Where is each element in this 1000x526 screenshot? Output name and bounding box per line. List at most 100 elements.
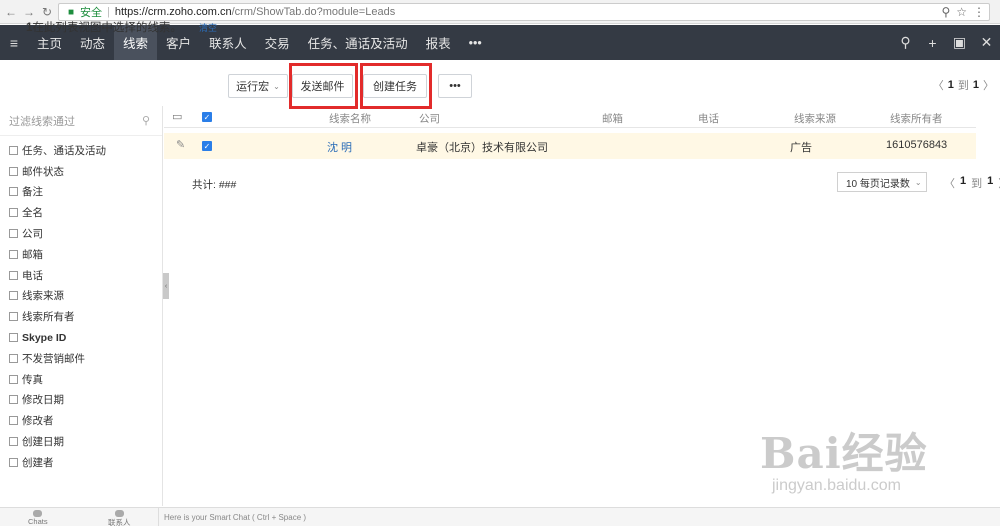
filter-item[interactable]: 线索所有者	[0, 306, 162, 327]
filter-item[interactable]: 任务、通话及活动	[0, 140, 162, 161]
header-phone[interactable]: 电话	[698, 111, 719, 126]
top-pager: 〈 1 到 1 〉	[932, 77, 994, 93]
filter-checkbox[interactable]	[9, 187, 18, 197]
filter-item[interactable]: 不发营销邮件	[0, 348, 162, 369]
filter-label: Skype ID	[22, 331, 67, 344]
contacts-icon	[114, 510, 124, 517]
column-settings-icon[interactable]: ▭	[172, 110, 182, 123]
filter-label: 全名	[22, 207, 43, 220]
filter-item[interactable]: 邮箱	[0, 244, 162, 265]
menu-icon[interactable]: ⋮	[973, 5, 985, 19]
filter-item[interactable]: 公司	[0, 223, 162, 244]
nav-deals[interactable]: 交易	[256, 25, 299, 60]
filter-label: 创建日期	[22, 436, 64, 449]
clear-selection-link[interactable]: 清空	[199, 21, 217, 34]
forward-icon[interactable]: →	[20, 3, 38, 21]
filter-item[interactable]: 修改日期	[0, 390, 162, 411]
filter-checkbox[interactable]	[9, 291, 18, 301]
filter-item[interactable]: 全名	[0, 202, 162, 223]
filter-checkbox[interactable]	[9, 270, 18, 280]
nav-reports[interactable]: 报表	[417, 25, 460, 60]
search-icon[interactable]: ⚲	[892, 34, 919, 51]
smart-chat-input[interactable]: Here is your Smart Chat ( Ctrl + Space )	[158, 508, 1000, 526]
back-icon[interactable]: ←	[2, 3, 20, 21]
calendar-icon[interactable]: ▣	[946, 34, 973, 51]
edit-icon[interactable]: ✎	[176, 138, 185, 151]
contacts-tab[interactable]: 联系人	[108, 510, 131, 526]
select-all-checkbox[interactable]: ✓	[202, 112, 212, 122]
hamburger-icon[interactable]: ≡	[0, 35, 28, 51]
filter-checkbox[interactable]	[9, 416, 18, 426]
bottom-bar: Chats 联系人 Here is your Smart Chat ( Ctrl…	[0, 507, 1000, 526]
zoom-icon[interactable]: ⚲	[941, 5, 950, 19]
chevron-down-icon: ⌄	[914, 177, 922, 187]
filter-checkbox[interactable]	[9, 353, 18, 363]
prev-page-icon[interactable]: 〈	[933, 77, 944, 93]
row-checkbox[interactable]: ✓	[202, 141, 212, 151]
filter-checkbox[interactable]	[9, 333, 18, 343]
filter-item[interactable]: 邮件状态	[0, 161, 162, 182]
filter-item[interactable]: 修改者	[0, 410, 162, 431]
filter-label: 邮箱	[22, 248, 43, 261]
lead-name-link[interactable]: 沈 明	[327, 139, 352, 155]
bottom-pager: 〈 1 到 1 〉	[944, 175, 1000, 191]
filter-label: 任务、通话及活动	[22, 144, 106, 157]
header-email[interactable]: 邮箱	[602, 111, 623, 126]
filter-label: 不发营销邮件	[22, 352, 85, 365]
star-icon[interactable]: ☆	[956, 5, 967, 19]
address-bar[interactable]: ■ 安全 | https://crm.zoho.com.cn /crm/Show…	[58, 3, 990, 21]
nav-more[interactable]: •••	[460, 25, 491, 60]
filter-checkbox[interactable]	[9, 374, 18, 384]
more-actions-button[interactable]: •••	[438, 74, 472, 98]
prev-page-icon[interactable]: 〈	[944, 175, 955, 191]
filter-checkbox[interactable]	[9, 208, 18, 218]
filter-item[interactable]: 创建日期	[0, 431, 162, 452]
nav-activities[interactable]: 任务、通话及活动	[299, 25, 417, 60]
reload-icon[interactable]: ↻	[38, 3, 56, 21]
chats-tab[interactable]: Chats	[28, 510, 48, 526]
filter-checkbox[interactable]	[9, 145, 18, 155]
filter-checkbox[interactable]	[9, 457, 18, 467]
lock-icon: ■	[67, 6, 75, 18]
filter-label: 传真	[22, 373, 43, 386]
run-macro-button[interactable]: 运行宏 ⌄	[228, 74, 288, 98]
selection-info: 1在此列表视图中选择的线索。	[26, 22, 182, 34]
filter-checkbox[interactable]	[9, 437, 18, 447]
filter-item[interactable]: 传真	[0, 369, 162, 390]
filter-label: 备注	[22, 186, 43, 199]
filter-item[interactable]: 备注	[0, 182, 162, 203]
filter-label: 线索来源	[22, 290, 64, 303]
filter-label: 修改日期	[22, 394, 64, 407]
search-icon[interactable]: ⚲	[142, 114, 150, 127]
filter-item[interactable]: 创建者	[0, 452, 162, 473]
secure-label: 安全	[80, 7, 102, 19]
collapse-sidebar-handle[interactable]: ‹	[163, 273, 169, 299]
filter-checkbox[interactable]	[9, 166, 18, 176]
records-per-page-select[interactable]: 10 每页记录数 ⌄	[837, 172, 927, 192]
filter-checkbox[interactable]	[9, 229, 18, 239]
filter-checkbox[interactable]	[9, 312, 18, 322]
filter-checkbox[interactable]	[9, 395, 18, 405]
header-lead-name[interactable]: 线索名称	[329, 111, 371, 126]
next-page-icon[interactable]: 〉	[983, 77, 994, 93]
tools-icon[interactable]: ✕	[973, 34, 1000, 51]
filter-item[interactable]: 电话	[0, 265, 162, 286]
table-header: ▭ ✓ 线索名称 公司 邮箱 电话 线索来源 线索所有者	[164, 106, 976, 128]
filter-label: 线索所有者	[22, 311, 75, 324]
filter-header[interactable]: 过滤线索通过 ⚲	[0, 106, 162, 136]
filter-label: 邮件状态	[22, 165, 64, 178]
lead-source: 广告	[790, 142, 812, 154]
filter-item[interactable]: 线索来源	[0, 286, 162, 307]
header-lead-source[interactable]: 线索来源	[794, 111, 836, 126]
header-lead-owner[interactable]: 线索所有者	[890, 111, 943, 126]
filter-checkbox[interactable]	[9, 249, 18, 259]
chevron-down-icon: ⌄	[273, 81, 280, 91]
table-row[interactable]: ✎ ✓ 沈 明 卓豪（北京）技术有限公司 广告 1610576843	[164, 133, 976, 159]
lead-owner: 1610576843	[886, 139, 948, 151]
filter-label: 电话	[22, 269, 43, 282]
lead-company: 卓豪（北京）技术有限公司	[416, 142, 548, 154]
filter-item[interactable]: Skype ID	[0, 327, 162, 348]
add-icon[interactable]: +	[919, 35, 946, 51]
header-company[interactable]: 公司	[419, 111, 440, 126]
highlight-create-task	[360, 63, 432, 109]
